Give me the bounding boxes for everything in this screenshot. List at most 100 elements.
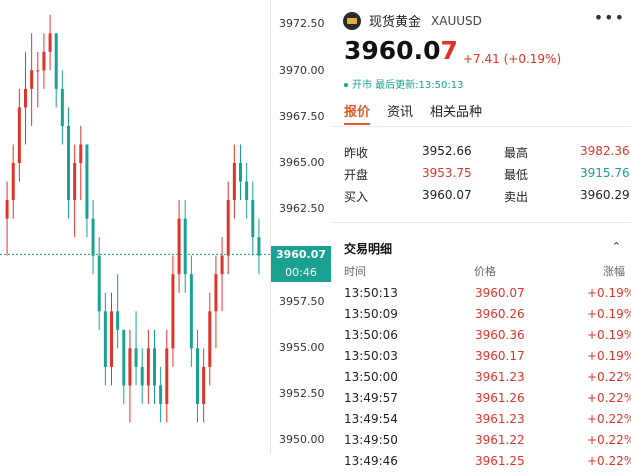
tab-quote[interactable]: 报价: [344, 101, 371, 125]
candle-body: [220, 255, 224, 275]
candle-body: [5, 200, 9, 219]
y-tick: 3962.50: [279, 202, 325, 215]
tab-bar: 报价 资讯 相关品种: [344, 101, 499, 125]
candle-body: [134, 348, 138, 367]
candle-body: [226, 200, 230, 256]
gold-bar-icon: [343, 11, 361, 30]
divider: [331, 222, 631, 223]
trades-title: 交易明细: [344, 242, 393, 256]
candle-body: [159, 385, 163, 404]
trade-row: 13:50:09 3960.26 +0.19%: [344, 307, 631, 328]
divider: [331, 126, 631, 127]
trade-row: 13:50:00 3961.23 +0.22%: [344, 370, 631, 391]
trade-row: 13:50:06 3960.36 +0.19%: [344, 328, 631, 349]
trade-row: 13:50:13 3960.07 +0.19%: [344, 286, 631, 307]
quote-value: 3960.07: [422, 188, 472, 202]
price-chart[interactable]: [0, 0, 270, 454]
quote-value: 3960.29: [580, 188, 630, 202]
candle-body: [85, 144, 89, 219]
trade-row: 13:49:50 3961.22 +0.22%: [344, 433, 631, 454]
trade-time: 13:49:57: [344, 391, 398, 405]
trade-change: +0.19%: [587, 349, 631, 363]
status-dot-icon: [344, 83, 348, 87]
trade-change: +0.19%: [587, 307, 631, 321]
candle-body: [214, 274, 218, 312]
more-options-icon[interactable]: •••: [594, 8, 625, 27]
trade-price: 3960.17: [475, 349, 525, 363]
chevron-up-icon[interactable]: ⌃: [612, 240, 621, 253]
candle-body: [110, 311, 113, 367]
y-tick: 3950.00: [279, 433, 325, 446]
price-last-digit: 7: [440, 36, 458, 65]
trade-change: +0.22%: [587, 391, 631, 405]
current-price: 3960.07: [344, 36, 458, 65]
candle-body: [140, 366, 144, 386]
trade-price: 3961.26: [475, 391, 525, 405]
candle-body: [251, 200, 255, 238]
candle-body: [153, 348, 156, 386]
candle-body: [196, 348, 199, 404]
trade-time: 13:50:00: [344, 370, 398, 384]
y-tick: 3967.50: [279, 110, 325, 123]
price-axis: 3972.50 3970.00 3967.50 3965.00 3962.50 …: [270, 0, 331, 454]
trade-price: 3961.23: [475, 412, 525, 426]
trade-row: 13:49:57 3961.26 +0.22%: [344, 391, 631, 412]
quote-label: 最高: [504, 146, 529, 160]
candle-body: [30, 70, 34, 89]
candle-body: [54, 33, 58, 89]
col-header-price: 价格: [474, 265, 496, 278]
quote-panel: 现货黄金 XAUUSD ••• 3960.07 +7.41 (+0.19%) 开…: [331, 0, 631, 468]
candle-body: [257, 237, 261, 256]
candle-body: [24, 88, 27, 108]
quote-value: 3982.36: [580, 144, 630, 158]
candle-body: [239, 163, 242, 182]
trade-price: 3961.22: [475, 433, 525, 447]
y-tick: 3965.00: [279, 156, 325, 169]
instrument-symbol: XAUUSD: [431, 13, 482, 28]
candle-body: [128, 348, 132, 386]
candle-body: [183, 218, 187, 275]
candle-body: [189, 274, 193, 349]
candle-body: [79, 144, 83, 163]
trade-price: 3961.25: [475, 454, 525, 468]
price-change: +7.41 (+0.19%): [463, 52, 562, 66]
quote-value: 3915.76: [580, 166, 630, 180]
candle-body: [146, 348, 150, 386]
candle-body: [122, 329, 126, 386]
quote-label: 买入: [344, 190, 369, 204]
trade-change: +0.22%: [587, 370, 631, 384]
candle-body: [171, 274, 175, 349]
candle-body: [67, 125, 70, 201]
trade-price: 3960.07: [475, 286, 525, 300]
y-tick: 3970.00: [279, 64, 325, 77]
current-price-tag: 3960.07: [271, 246, 331, 264]
y-tick: 3952.50: [279, 387, 325, 400]
tab-related[interactable]: 相关品种: [430, 101, 482, 125]
quote-value: 3952.66: [422, 144, 472, 158]
candle-body: [165, 348, 169, 404]
trade-time: 13:49:54: [344, 412, 398, 426]
trade-row: 13:49:54 3961.23 +0.22%: [344, 412, 631, 433]
candle-body: [97, 255, 101, 312]
instrument-name: 现货黄金: [369, 15, 422, 30]
trade-price: 3960.26: [475, 307, 525, 321]
market-status: 开市 最后更新:13:50:13: [344, 76, 463, 91]
quote-label: 卖出: [504, 190, 529, 204]
trade-change: +0.19%: [587, 286, 631, 300]
trade-time: 13:50:06: [344, 328, 398, 342]
candle-body: [245, 181, 249, 201]
candle-body: [103, 311, 107, 367]
quote-label: 最低: [504, 168, 529, 182]
candle-body: [232, 163, 236, 201]
candle-body: [202, 366, 206, 404]
y-tick: 3957.50: [279, 295, 325, 308]
trade-price: 3960.36: [475, 328, 525, 342]
price-main: 3960.0: [344, 36, 441, 65]
tab-news[interactable]: 资讯: [387, 101, 413, 125]
instrument-header: 现货黄金 XAUUSD: [343, 11, 482, 30]
trade-time: 13:49:46: [344, 454, 398, 468]
trade-change: +0.22%: [587, 412, 631, 426]
candle-body: [36, 70, 40, 72]
trade-time: 13:50:03: [344, 349, 398, 363]
candle-body: [60, 88, 64, 126]
